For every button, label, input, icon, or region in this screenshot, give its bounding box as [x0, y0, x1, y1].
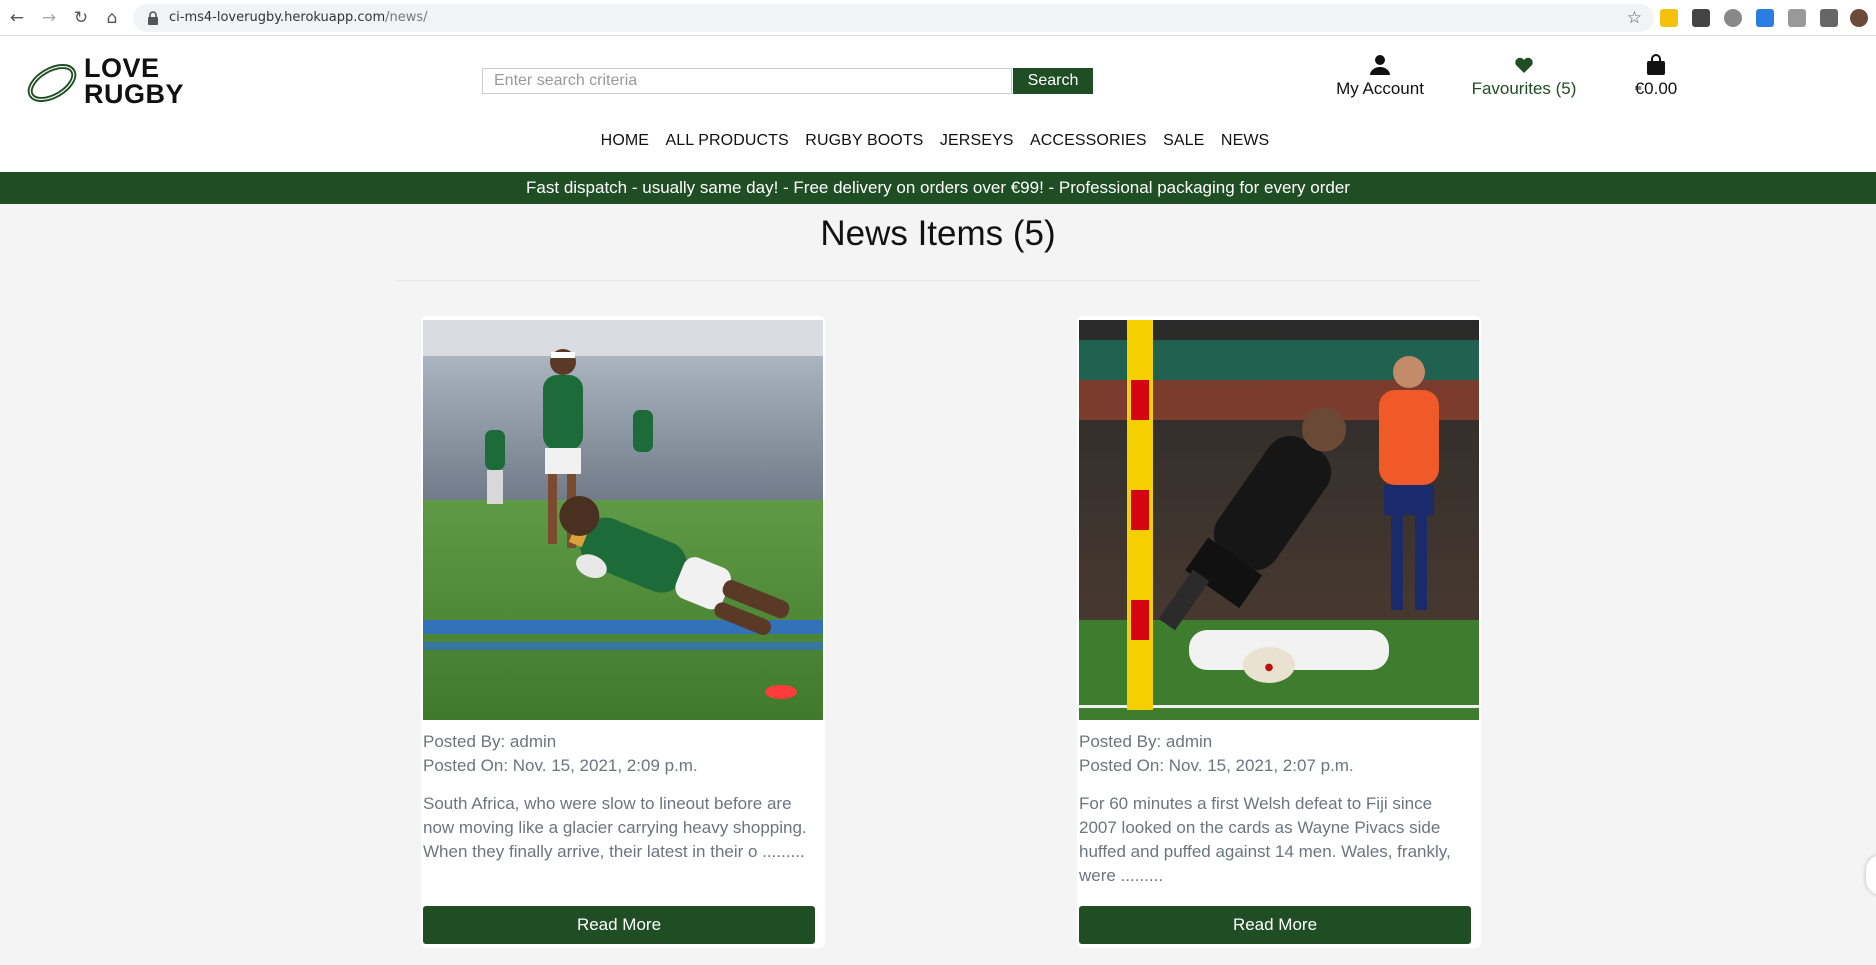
svg-text:●: ● — [1265, 662, 1274, 673]
nav-accessories[interactable]: ACCESSORIES — [1030, 132, 1147, 150]
my-account-link[interactable]: My Account — [1330, 54, 1430, 99]
rugby-ball-logo-icon — [27, 64, 77, 102]
shopping-bag-link[interactable]: €0.00 — [1616, 54, 1696, 99]
user-icon — [1370, 55, 1390, 75]
url-text: ci-ms4-loverugby.herokuapp.com/news/ — [169, 10, 428, 25]
my-account-label: My Account — [1336, 79, 1424, 98]
reload-icon[interactable]: ↻ — [70, 7, 92, 29]
posted-on: Posted On: Nov. 15, 2021, 2:09 p.m. — [423, 756, 698, 775]
posted-on: Posted On: Nov. 15, 2021, 2:07 p.m. — [1079, 756, 1354, 775]
back-arrow-icon[interactable]: ← — [6, 7, 28, 29]
news-photo-wales-try[interactable]: ● — [1079, 320, 1479, 720]
home-icon[interactable]: ⌂ — [101, 7, 123, 29]
read-more-button[interactable]: Read More — [423, 906, 815, 944]
address-bar[interactable]: ci-ms4-loverugby.herokuapp.com/news/ ☆ — [133, 4, 1654, 32]
lock-icon — [148, 11, 158, 25]
favourites-link[interactable]: Favourites (5) — [1464, 54, 1584, 99]
profile-avatar[interactable] — [1850, 9, 1868, 27]
cart-total: €0.00 — [1634, 79, 1678, 98]
nav-news[interactable]: NEWS — [1221, 132, 1269, 150]
search-form: Search — [482, 68, 1093, 94]
browser-toolbar: ← → ↻ ⌂ ci-ms4-loverugby.herokuapp.com/n… — [0, 0, 1876, 36]
extension-camera-icon[interactable] — [1788, 9, 1806, 27]
forward-arrow-icon[interactable]: → — [38, 7, 60, 29]
read-more-button[interactable]: Read More — [1079, 906, 1471, 944]
title-divider — [396, 280, 1480, 281]
heart-icon — [1515, 57, 1533, 73]
news-card: ● Posted By: admin Posted On: Nov. 15, 2… — [1077, 316, 1481, 948]
nav-all-products[interactable]: ALL PRODUCTS — [666, 132, 789, 150]
nav-home[interactable]: HOME — [601, 132, 649, 150]
news-excerpt: For 60 minutes a first Welsh defeat to F… — [1079, 794, 1451, 885]
logo-line-2: RUGBY — [84, 79, 185, 109]
search-button[interactable]: Search — [1013, 68, 1093, 94]
extensions-puzzle-icon[interactable] — [1820, 9, 1838, 27]
news-excerpt: South Africa, who were slow to lineout b… — [423, 794, 807, 861]
favourites-label: Favourites (5) — [1471, 79, 1577, 98]
posted-by: Posted By: admin — [1079, 732, 1213, 751]
delivery-banner: Fast dispatch - usually same day! - Free… — [0, 172, 1876, 204]
posted-by: Posted By: admin — [423, 732, 557, 751]
nav-jerseys[interactable]: JERSEYS — [940, 132, 1014, 150]
extension-w-icon[interactable] — [1724, 9, 1742, 27]
chat-widget-bubble[interactable] — [1866, 855, 1876, 895]
extension-badge-icon[interactable] — [1660, 9, 1678, 27]
search-input[interactable] — [482, 68, 1012, 94]
news-card: Posted By: admin Posted On: Nov. 15, 202… — [421, 316, 825, 948]
bookmark-star-icon[interactable]: ☆ — [1627, 8, 1642, 28]
site-header: LOVE RUGBY Search My Account Favourites … — [0, 36, 1876, 172]
shopping-bag-icon — [1647, 54, 1665, 75]
extension-screen-icon[interactable] — [1756, 9, 1774, 27]
nav-rugby-boots[interactable]: RUGBY BOOTS — [805, 132, 923, 150]
site-logo[interactable]: LOVE RUGBY — [26, 55, 206, 109]
main-navigation: HOME ALL PRODUCTS RUGBY BOOTS JERSEYS AC… — [0, 132, 1876, 150]
extension-monitor-icon[interactable] — [1692, 9, 1710, 27]
news-photo-springbok-try[interactable] — [423, 320, 823, 720]
nav-sale[interactable]: SALE — [1163, 132, 1204, 150]
page-title: News Items (5) — [820, 214, 1056, 253]
logo-line-1: LOVE — [84, 53, 160, 83]
